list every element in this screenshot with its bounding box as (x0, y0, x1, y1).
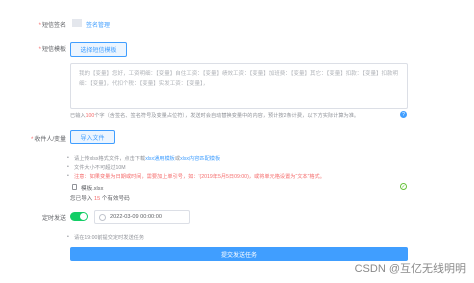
template-label: *短信模板 (38, 47, 66, 53)
schedule-datetime-input[interactable]: 2022-03-09 00:00:00 (94, 210, 190, 224)
submit-task-button[interactable]: 提交发送任务 (70, 247, 408, 261)
clock-icon (99, 213, 106, 221)
xlsx-template-link[interactable]: xlsx通用模板 (145, 156, 175, 162)
template-counter: 已输入100个字（含签名、签名符号及变量占位符），发送时会自动替换变量中的内容，… (70, 113, 360, 119)
imported-count: 您已导入 15 个有效号码 (70, 196, 130, 202)
file-icon (72, 184, 77, 190)
schedule-label: 定时发送 (41, 216, 66, 222)
sign-avatar (72, 19, 82, 27)
date-format-tip: 注意：如果变量为日期或时间，需要加上单引号，如：'(2019年5月5日09:00… (67, 173, 325, 180)
sign-manage-link[interactable]: 签名管理 (86, 20, 110, 29)
sign-label: *短信签名 (38, 23, 66, 29)
help-icon[interactable]: ? (400, 111, 407, 118)
upload-tip: 请上传xlsx格式文件，点击下载xlsx通用模板或xlsx内容匹配模板 (67, 155, 220, 162)
size-tip: 文件大小不可超过10M (67, 164, 126, 171)
upload-success-icon: ✓ (400, 183, 407, 190)
xlsx-match-template-link[interactable]: xlsx内容匹配模板 (180, 156, 220, 162)
select-template-button[interactable]: 选择短信模板 (70, 42, 127, 57)
schedule-toggle[interactable] (70, 212, 88, 221)
template-content-textarea[interactable]: 我的【变量】您好，工资明细：【变量】自住工资：【变量】绩效工资：【变量】加班费：… (70, 63, 408, 109)
receiver-label: *收件人/变量 (30, 137, 66, 143)
uploaded-file-name[interactable]: 模板.xlsx (81, 184, 103, 192)
import-file-button[interactable]: 导入文件 (70, 130, 115, 144)
schedule-datetime-value: 2022-03-09 00:00:00 (110, 214, 162, 220)
watermark: CSDN @互亿无线明明 (354, 263, 466, 275)
schedule-hint: 请在19:00前提交定时发送任务 (67, 234, 144, 241)
